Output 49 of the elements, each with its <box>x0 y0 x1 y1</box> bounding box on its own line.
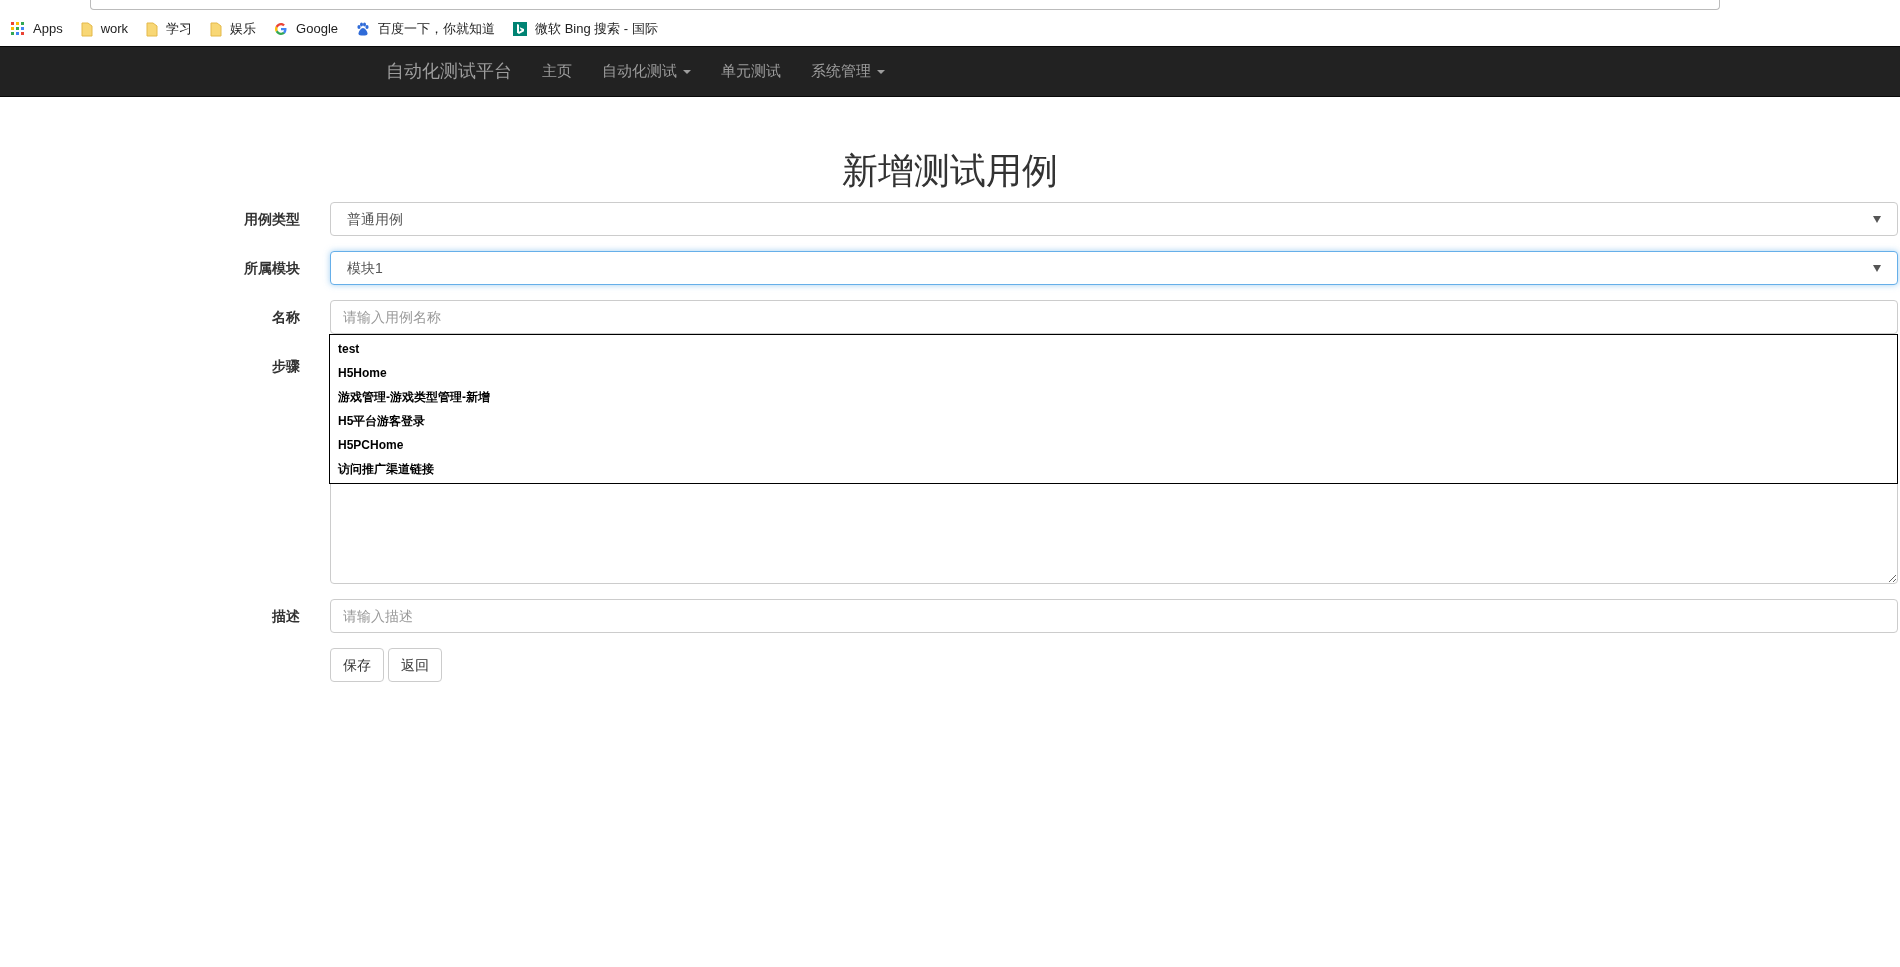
caret-icon <box>877 69 885 74</box>
bookmark-item[interactable]: 娱乐 <box>208 19 259 39</box>
text-input-field[interactable]: 请输入描述 <box>330 599 1898 633</box>
nav-link[interactable]: 自动化测试 <box>587 60 706 83</box>
caret-icon <box>683 69 691 74</box>
suggestion-item[interactable]: H5Home <box>330 361 1897 385</box>
bookmark-item[interactable]: work <box>78 19 131 39</box>
address-bar[interactable] <box>90 0 1720 10</box>
bookmark-label: 学习 <box>166 20 193 39</box>
navbar-brand[interactable]: 自动化测试平台 <box>371 58 527 85</box>
bookmark-label: Google <box>296 20 338 39</box>
bookmark-label: Apps <box>33 20 63 39</box>
suggestion-item[interactable]: test <box>330 337 1897 361</box>
field-label: 用例类型 <box>243 210 300 229</box>
bookmark-item[interactable]: 微软 Bing 搜索 - 国际 <box>511 19 660 39</box>
nav-link[interactable]: 单元测试 <box>706 60 796 83</box>
g-logo-icon <box>274 22 289 36</box>
bookmark-item[interactable]: Apps <box>9 19 65 39</box>
apps-grid-icon <box>11 22 25 36</box>
select-field[interactable]: 模块1 <box>330 251 1898 285</box>
folder-icon <box>146 21 159 37</box>
form-button[interactable]: 保存 <box>330 648 384 682</box>
bookmark-label: 娱乐 <box>230 20 257 39</box>
suggestion-item[interactable]: 访问推广渠道链接 <box>330 457 1897 481</box>
bookmark-label: 百度一下，你就知道 <box>378 20 495 39</box>
b-logo-icon <box>513 22 527 36</box>
dropdown-arrow-icon <box>1873 264 1881 272</box>
dropdown-arrow-icon <box>1873 215 1881 223</box>
bookmark-item[interactable]: Google <box>272 19 340 39</box>
bookmark-item[interactable]: 百度一下，你就知道 <box>354 19 497 39</box>
field-label: 步骤 <box>271 357 300 376</box>
form-button[interactable]: 返回 <box>388 648 442 682</box>
bookmark-label: work <box>100 20 129 39</box>
bookmark-item[interactable]: 学习 <box>144 19 195 39</box>
page-title: 新增测试用例 <box>842 150 1058 193</box>
field-label: 所属模块 <box>243 259 300 278</box>
folder-icon <box>210 21 223 37</box>
suggestion-item[interactable]: H5PCHome <box>330 433 1897 457</box>
suggestion-item[interactable]: H5平台游客登录 <box>330 409 1897 433</box>
bookmark-label: 微软 Bing 搜索 - 国际 <box>535 20 658 39</box>
select-field[interactable]: 普通用例 <box>330 202 1898 236</box>
suggestion-item[interactable]: 游戏管理-游戏类型管理-新增 <box>330 385 1897 409</box>
field-label: 名称 <box>271 308 300 327</box>
folder-icon <box>80 21 93 37</box>
nav-link[interactable]: 主页 <box>527 60 587 83</box>
nav-link[interactable]: 系统管理 <box>796 60 900 83</box>
field-label: 描述 <box>271 607 300 626</box>
text-input-field[interactable]: 请输入用例名称 <box>330 300 1898 334</box>
paw-icon <box>356 22 370 36</box>
